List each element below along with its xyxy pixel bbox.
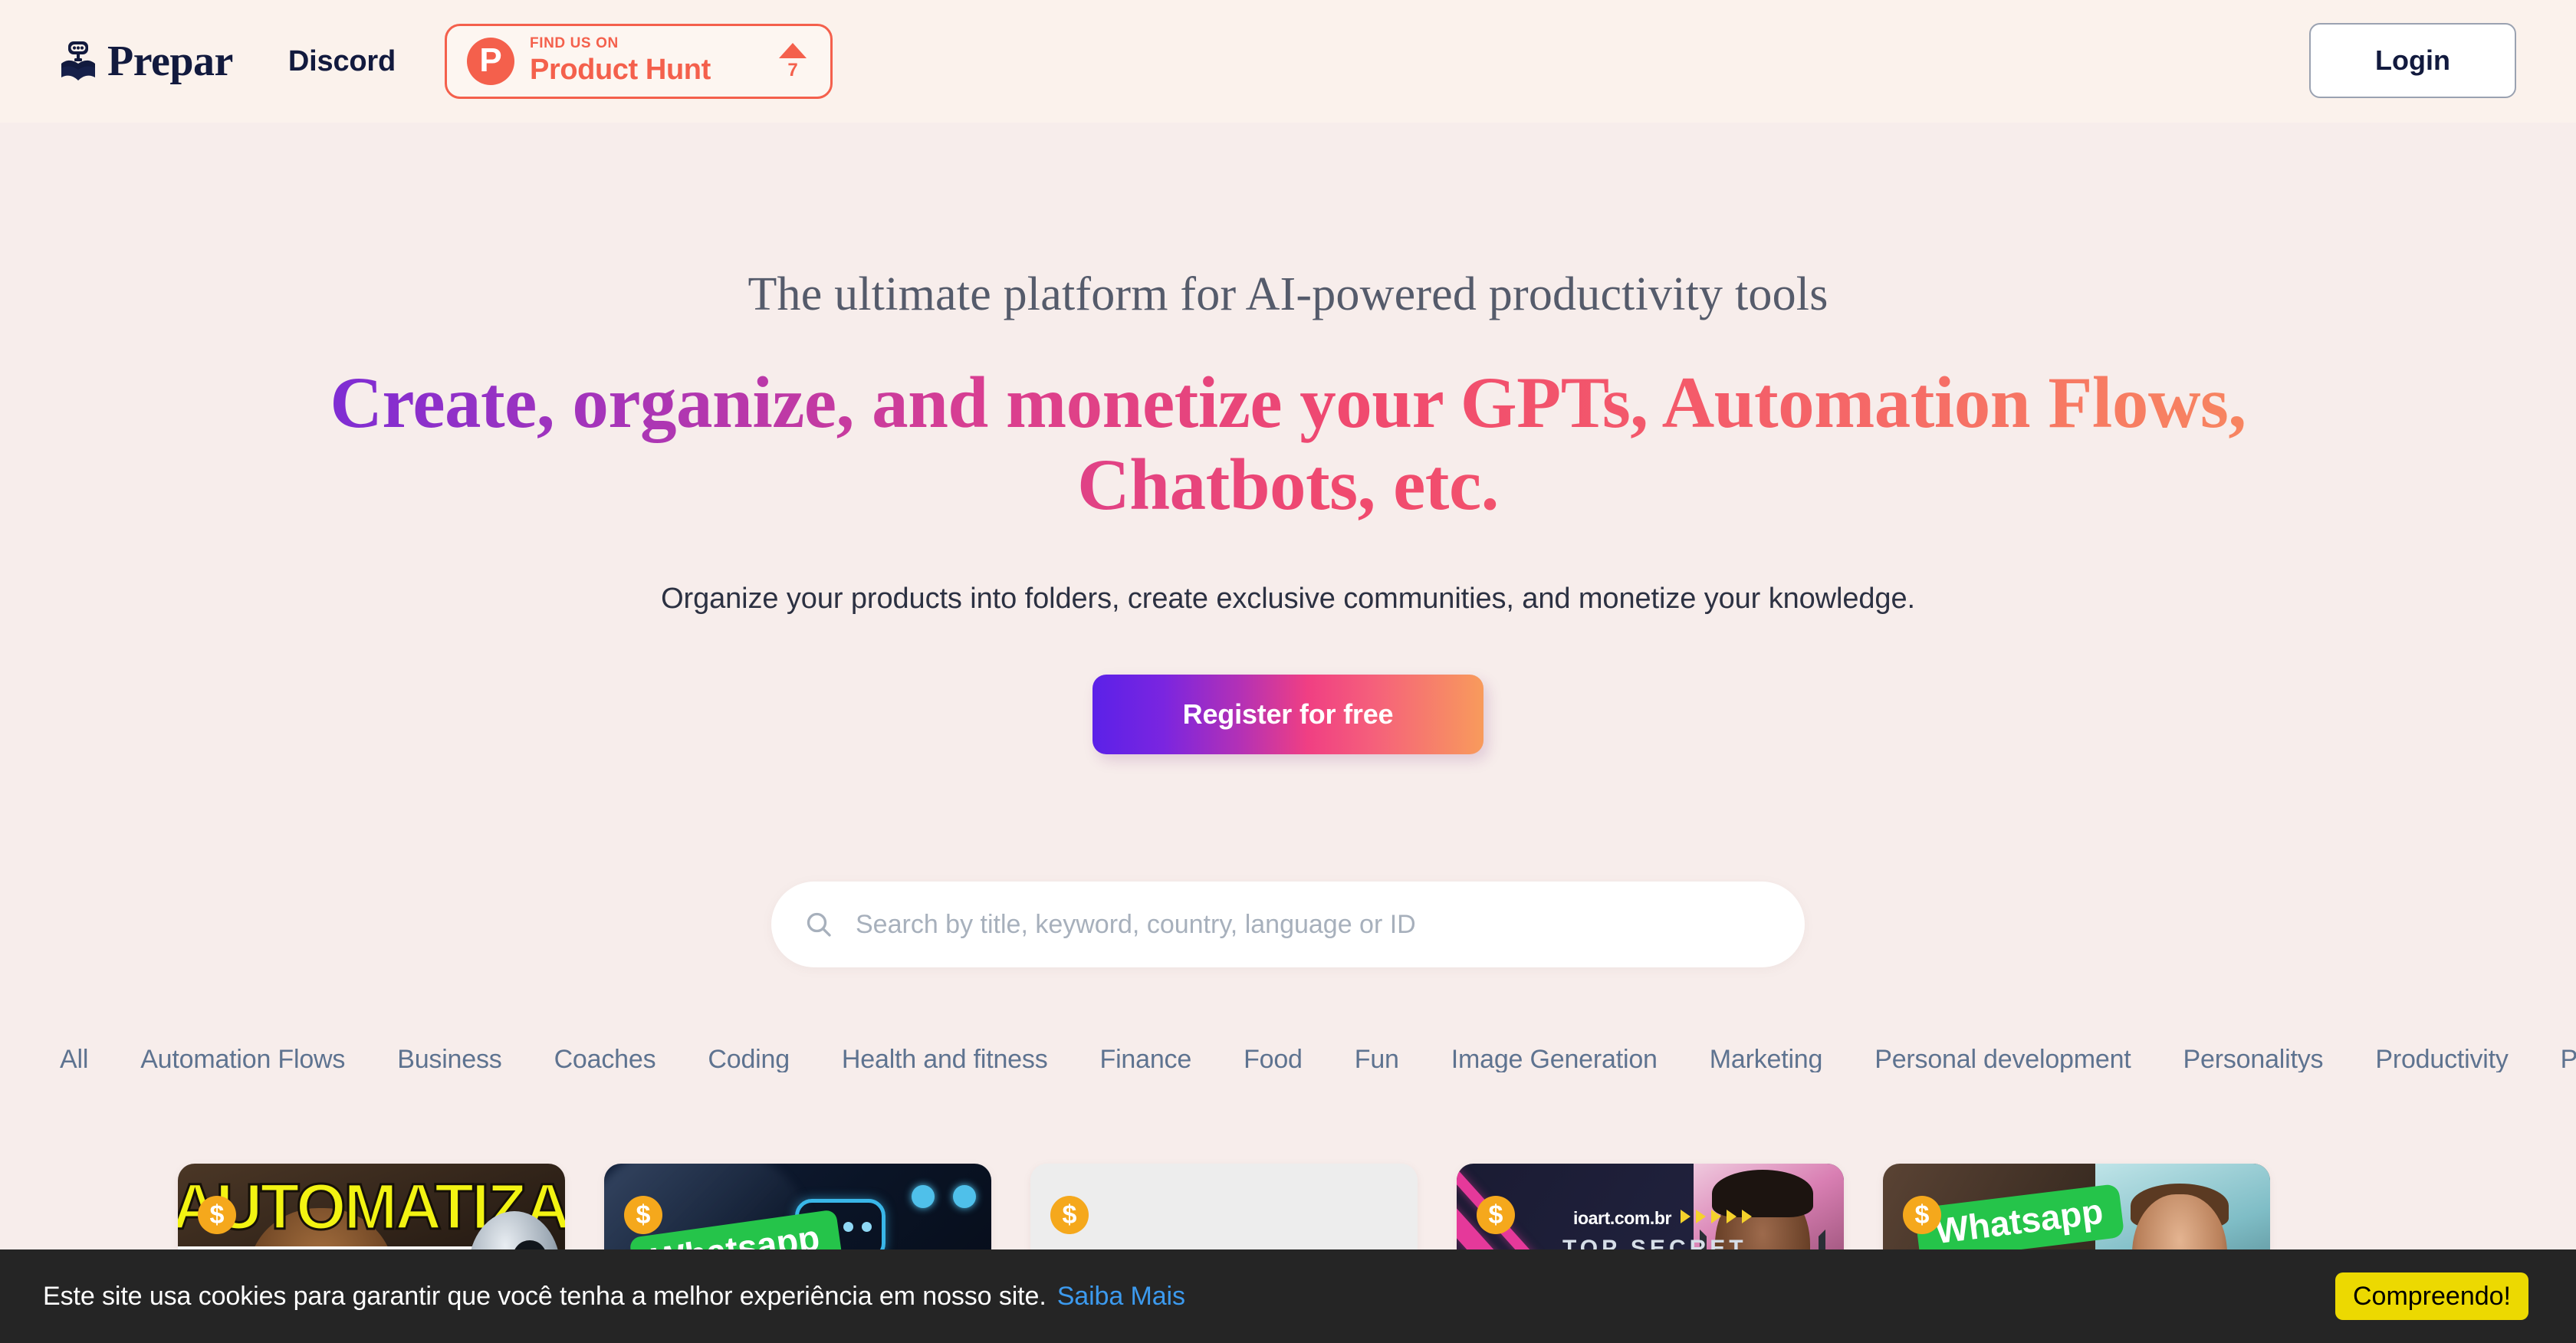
- category-fun[interactable]: Fun: [1329, 1046, 1425, 1072]
- monetized-badge: $: [1050, 1196, 1089, 1234]
- monetized-badge: $: [1477, 1196, 1515, 1234]
- hero-eyebrow: The ultimate platform for AI-powered pro…: [748, 268, 1829, 320]
- page-root: Prepar Discord P FIND US ON Product Hunt…: [0, 0, 2576, 1343]
- robot-book-logo-icon: [61, 41, 95, 80]
- category-filter-bar: All Automation Flows Business Coaches Co…: [0, 1046, 2576, 1072]
- search-section: [0, 882, 2576, 968]
- category-all[interactable]: All: [60, 1046, 114, 1072]
- product-hunt-vote[interactable]: 7: [775, 43, 810, 80]
- cookie-banner-message: Este site usa cookies para garantir que …: [43, 1281, 1046, 1311]
- page-title: Create, organize, and monetize your GPTs…: [0, 362, 2576, 525]
- category-health-and-fitness[interactable]: Health and fitness: [816, 1046, 1074, 1072]
- hero-section: The ultimate platform for AI-powered pro…: [0, 123, 2576, 968]
- cookie-banner: Este site usa cookies para garantir que …: [0, 1249, 2576, 1343]
- category-personalitys[interactable]: Personalitys: [2157, 1046, 2350, 1072]
- monetized-badge: $: [624, 1196, 662, 1234]
- cookie-banner-text: Este site usa cookies para garantir que …: [43, 1282, 1185, 1312]
- product-hunt-icon: P: [467, 38, 514, 85]
- category-coding[interactable]: Coding: [682, 1046, 816, 1072]
- cookie-accept-button[interactable]: Compreendo!: [2335, 1272, 2528, 1320]
- product-hunt-badge[interactable]: P FIND US ON Product Hunt 7: [445, 24, 833, 99]
- category-food[interactable]: Food: [1217, 1046, 1329, 1072]
- product-hunt-title: Product Hunt: [530, 53, 711, 86]
- chevron-right-icon: [1681, 1210, 1752, 1223]
- category-productivity[interactable]: Productivity: [2349, 1046, 2534, 1072]
- category-automation-flows[interactable]: Automation Flows: [114, 1046, 371, 1072]
- category-finance[interactable]: Finance: [1074, 1046, 1218, 1072]
- site-header: Prepar Discord P FIND US ON Product Hunt…: [0, 0, 2576, 123]
- register-for-free-button[interactable]: Register for free: [1092, 675, 1484, 755]
- robot-eye-right-icon: [953, 1185, 976, 1208]
- product-hunt-text: FIND US ON Product Hunt: [530, 34, 775, 87]
- product-hunt-kicker: FIND US ON: [530, 34, 619, 51]
- hero-subhead: Organize your products into folders, cre…: [661, 582, 1915, 615]
- upvote-arrow-icon: [779, 43, 807, 58]
- product-hunt-vote-count: 7: [787, 60, 798, 80]
- cookie-learn-more-link[interactable]: Saiba Mais: [1057, 1282, 1185, 1311]
- search-input[interactable]: [856, 909, 1774, 940]
- search-box[interactable]: [771, 882, 1805, 968]
- hero-cta-wrap: Register for free: [0, 675, 2576, 755]
- category-coaches[interactable]: Coaches: [528, 1046, 682, 1072]
- category-marketing[interactable]: Marketing: [1684, 1046, 1848, 1072]
- category-prompt[interactable]: Prompt: [2535, 1046, 2576, 1072]
- login-button[interactable]: Login: [2309, 23, 2516, 98]
- nav-link-discord[interactable]: Discord: [288, 45, 396, 78]
- robot-eye-left-icon: [912, 1185, 935, 1208]
- card-site: ioart.com.br: [1573, 1208, 1672, 1228]
- category-business[interactable]: Business: [371, 1046, 527, 1072]
- brand-logo[interactable]: Prepar: [60, 40, 233, 83]
- category-image-generation[interactable]: Image Generation: [1425, 1046, 1684, 1072]
- monetized-badge: $: [1903, 1196, 1941, 1234]
- brand-name: Prepar: [107, 38, 233, 85]
- search-icon: [807, 913, 831, 937]
- category-personal-development[interactable]: Personal development: [1848, 1046, 2157, 1072]
- monetized-badge: $: [198, 1196, 236, 1234]
